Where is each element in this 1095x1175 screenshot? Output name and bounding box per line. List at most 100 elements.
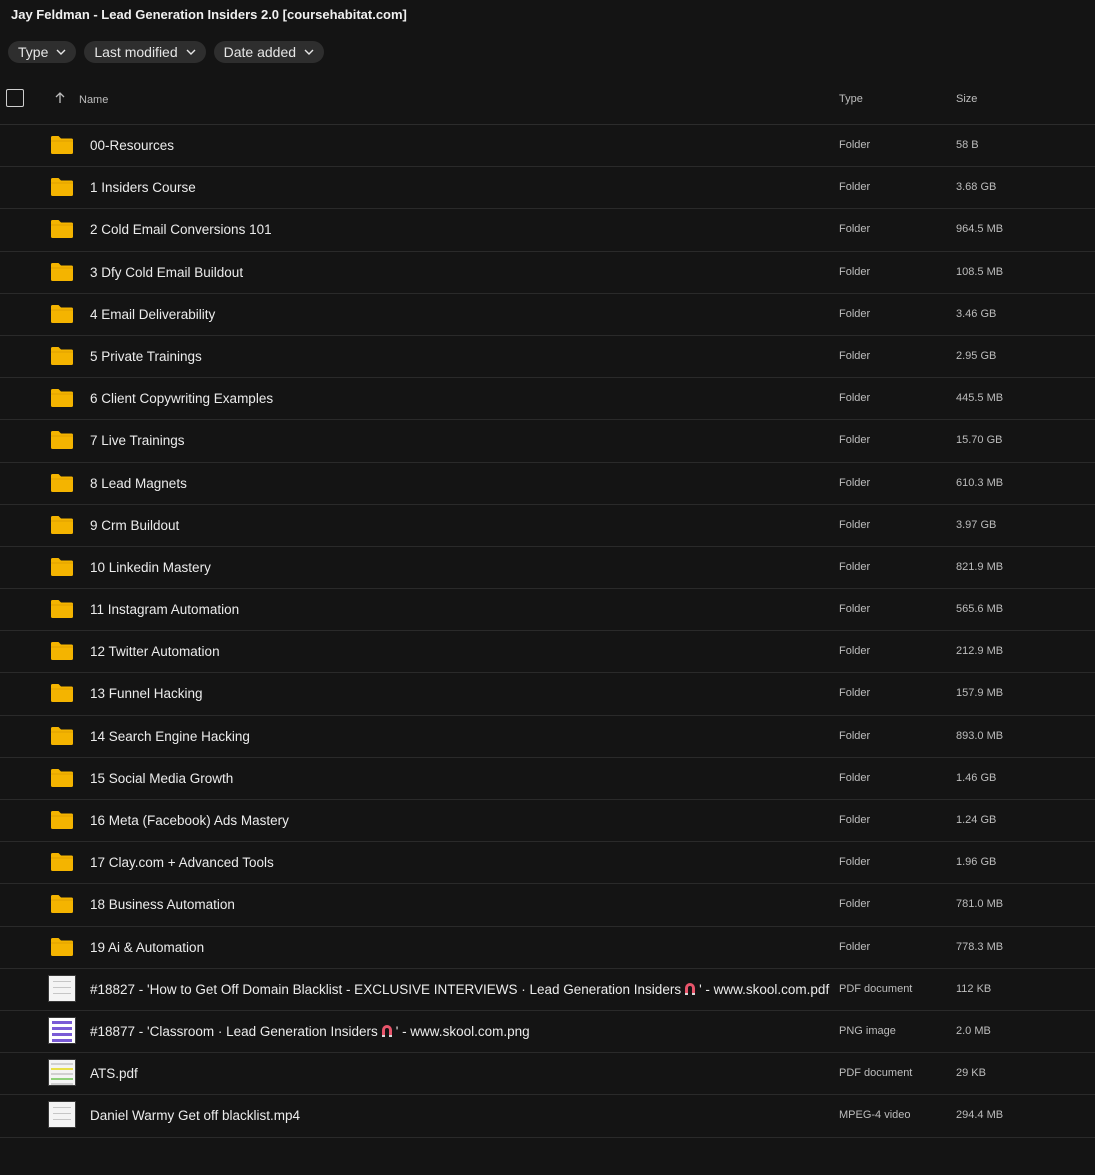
thumbnail-line — [53, 1113, 71, 1115]
filter-last-modified-chip[interactable]: Last modified — [84, 41, 206, 63]
row-name[interactable]: 9 Crm Buildout — [90, 518, 179, 533]
row-name[interactable]: 17 Clay.com + Advanced Tools — [90, 855, 274, 870]
table-row[interactable]: ATS.pdf PDF document 29 KB — [0, 1053, 1095, 1096]
table-row[interactable]: 12 Twitter Automation Folder 212.9 MB — [0, 631, 1095, 674]
table-row[interactable]: #18827 - 'How to Get Off Domain Blacklis… — [0, 969, 1095, 1011]
row-name-text: Daniel Warmy Get off blacklist.mp4 — [90, 1108, 301, 1124]
folder-icon — [51, 768, 73, 787]
row-type: Folder — [839, 814, 871, 826]
column-header-name[interactable]: Name — [79, 94, 108, 106]
folder-icon — [51, 811, 73, 829]
row-name[interactable]: Daniel Warmy Get off blacklist.mp4 — [90, 1108, 300, 1123]
row-name[interactable]: 13 Funnel Hacking — [90, 686, 203, 701]
table-row[interactable]: #18877 - 'Classroom · Lead Generation In… — [0, 1011, 1095, 1054]
row-name[interactable]: #18827 - 'How to Get Off Domain Blacklis… — [90, 982, 829, 997]
row-name[interactable]: 11 Instagram Automation — [90, 602, 239, 617]
row-size: 1.46 GB — [956, 771, 997, 784]
column-header-type[interactable]: Type — [839, 93, 863, 105]
row-type: Folder — [839, 392, 871, 405]
table-row[interactable]: 15 Social Media Growth Folder 1.46 GB — [0, 758, 1095, 800]
folder-icon — [51, 937, 73, 956]
row-size: 112 KB — [956, 982, 992, 995]
row-size: 893.0 MB — [956, 729, 1004, 742]
row-type: Folder — [839, 349, 871, 362]
table-row[interactable]: 4 Email Deliverability Folder 3.46 GB — [0, 294, 1095, 336]
row-name-text: #18877 - 'Classroom · Lead Generation In… — [90, 1023, 378, 1039]
row-size: 294.4 MB — [956, 1109, 1004, 1122]
row-type: Folder — [839, 181, 871, 194]
folder-icon — [51, 136, 73, 154]
table-row[interactable]: 18 Business Automation Folder 781.0 MB — [0, 884, 1095, 927]
row-type: PDF document — [839, 1067, 913, 1080]
folder-icon — [51, 853, 73, 872]
thumbnail-line — [53, 986, 71, 988]
table-row[interactable]: 9 Crm Buildout Folder 3.97 GB — [0, 505, 1095, 547]
row-name[interactable]: 1 Insiders Course — [90, 180, 196, 195]
row-name[interactable]: #18877 - 'Classroom · Lead Generation In… — [90, 1024, 530, 1039]
row-name[interactable]: 3 Dfy Cold Email Buildout — [90, 265, 243, 280]
row-name[interactable]: 4 Email Deliverability — [90, 307, 215, 322]
row-name[interactable]: 15 Social Media Growth — [90, 771, 233, 786]
row-name[interactable]: 7 Live Trainings — [90, 433, 185, 448]
folder-title: Jay Feldman - Lead Generation Insiders 2… — [11, 7, 407, 22]
row-name[interactable]: ATS.pdf — [90, 1066, 138, 1081]
row-type: Folder — [839, 771, 871, 784]
row-size: 15.70 GB — [956, 434, 1003, 447]
table-row[interactable]: 1 Insiders Course Folder 3.68 GB — [0, 167, 1095, 210]
table-row[interactable]: 6 Client Copywriting Examples Folder 445.5… — [0, 378, 1095, 421]
thumbnail-stripe — [52, 1038, 72, 1042]
table-row[interactable]: 2 Cold Email Conversions 101 Folder 964.5 … — [0, 209, 1095, 252]
select-all-checkbox[interactable] — [6, 89, 24, 107]
column-header-size[interactable]: Size — [956, 93, 977, 105]
table-row[interactable]: 19 Ai & Automation Folder 778.3 MB — [0, 927, 1095, 969]
row-size: 2.0 MB — [956, 1024, 991, 1037]
folder-icon — [51, 642, 73, 661]
table-row[interactable]: 11 Instagram Automation Folder 565.6 MB — [0, 589, 1095, 632]
row-name[interactable]: 14 Search Engine Hacking — [90, 729, 250, 744]
filter-date-added-chip[interactable]: Date added — [213, 41, 325, 63]
row-name[interactable]: 10 Linkedin Mastery — [90, 560, 211, 575]
row-name[interactable]: 16 Meta (Facebook) Ads Mastery — [90, 813, 289, 828]
thumbnail-line — [53, 992, 71, 994]
table-row[interactable]: 5 Private Trainings Folder 2.95 GB — [0, 336, 1095, 379]
row-type: MPEG-4 video — [839, 1109, 911, 1122]
table-header: Name Type Size — [0, 80, 1095, 125]
thumbnail-stripe — [51, 1073, 73, 1076]
row-name[interactable]: 00-Resources — [90, 138, 174, 153]
row-size: 610.3 MB — [956, 476, 1004, 489]
row-size: 1.24 GB — [956, 814, 997, 826]
table-row[interactable]: 13 Funnel Hacking Folder 157.9 MB — [0, 673, 1095, 716]
thumbnail-line — [53, 980, 71, 982]
row-size: 3.46 GB — [956, 307, 997, 320]
row-type: Folder — [839, 687, 871, 700]
thumbnail-stripe — [52, 1020, 72, 1024]
folder-icon — [51, 895, 73, 914]
sort-up-arrow-icon[interactable] — [55, 92, 65, 104]
table-row[interactable]: 14 Search Engine Hacking Folder 893.0 MB — [0, 716, 1095, 758]
row-name[interactable]: 6 Client Copywriting Examples — [90, 391, 273, 406]
table-row[interactable]: 10 Linkedin Mastery Folder 821.9 MB — [0, 547, 1095, 590]
table-row[interactable]: Daniel Warmy Get off blacklist.mp4 MPEG-4… — [0, 1095, 1095, 1138]
row-name[interactable]: 18 Business Automation — [90, 897, 235, 912]
row-size: 58 B — [956, 139, 979, 151]
table-row[interactable]: 16 Meta (Facebook) Ads Mastery Folder 1.24… — [0, 800, 1095, 843]
chevron-down-icon — [56, 49, 66, 55]
row-size: 3.97 GB — [956, 518, 997, 531]
row-name[interactable]: 12 Twitter Automation — [90, 644, 220, 659]
row-name[interactable]: 8 Lead Magnets — [90, 476, 187, 491]
folder-icon — [51, 473, 73, 492]
pdf-thumbnail — [48, 974, 76, 1002]
row-type: Folder — [839, 139, 871, 151]
table-row[interactable]: 3 Dfy Cold Email Buildout Folder 108.5 MB — [0, 252, 1095, 294]
row-name[interactable]: 2 Cold Email Conversions 101 — [90, 222, 272, 237]
table-row[interactable]: 17 Clay.com + Advanced Tools Folder 1.96 G… — [0, 842, 1095, 885]
row-name-suffix: ' - www.skool.com.pdf — [699, 981, 830, 997]
table-row[interactable]: 8 Lead Magnets Folder 610.3 MB — [0, 463, 1095, 505]
row-name[interactable]: 5 Private Trainings — [90, 349, 202, 364]
row-name[interactable]: 19 Ai & Automation — [90, 940, 204, 955]
filter-type-chip[interactable]: Type — [8, 41, 77, 63]
row-type: Folder — [839, 434, 871, 447]
table-row[interactable]: 00-Resources Folder 58 B — [0, 125, 1095, 168]
row-type: Folder — [839, 476, 871, 489]
table-row[interactable]: 7 Live Trainings Folder 15.70 GB — [0, 420, 1095, 463]
